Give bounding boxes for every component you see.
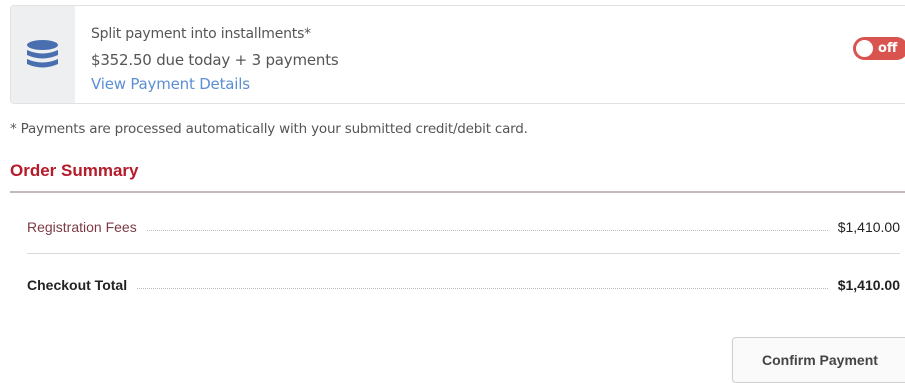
checkout-total-row: Checkout Total $1,410.00 bbox=[27, 273, 900, 293]
checkout-total-amount: $1,410.00 bbox=[837, 277, 900, 293]
order-summary-title: Order Summary bbox=[10, 161, 139, 180]
installment-toggle[interactable]: off bbox=[853, 37, 905, 60]
toggle-state-label: off bbox=[878, 41, 898, 56]
dotted-leader bbox=[137, 287, 828, 289]
installment-icon-box bbox=[11, 6, 75, 103]
line-item-label: Registration Fees bbox=[27, 219, 137, 235]
order-summary-divider bbox=[10, 191, 905, 193]
database-stack-icon bbox=[27, 40, 58, 68]
checkout-total-label: Checkout Total bbox=[27, 277, 128, 293]
total-divider bbox=[27, 253, 900, 254]
payment-processing-note: * Payments are processed automatically w… bbox=[10, 121, 528, 137]
line-item-row: Registration Fees $1,410.00 bbox=[27, 215, 900, 235]
dotted-leader bbox=[146, 229, 828, 231]
installment-amount-text: $352.50 due today + 3 payments bbox=[91, 51, 339, 69]
toggle-knob bbox=[856, 40, 873, 57]
confirm-payment-button[interactable]: Confirm Payment bbox=[732, 337, 905, 383]
installment-option-card: Split payment into installments* $352.50… bbox=[10, 5, 905, 104]
line-item-amount: $1,410.00 bbox=[837, 219, 900, 235]
view-payment-details-link[interactable]: View Payment Details bbox=[91, 75, 250, 93]
installment-title: Split payment into installments* bbox=[91, 26, 311, 42]
